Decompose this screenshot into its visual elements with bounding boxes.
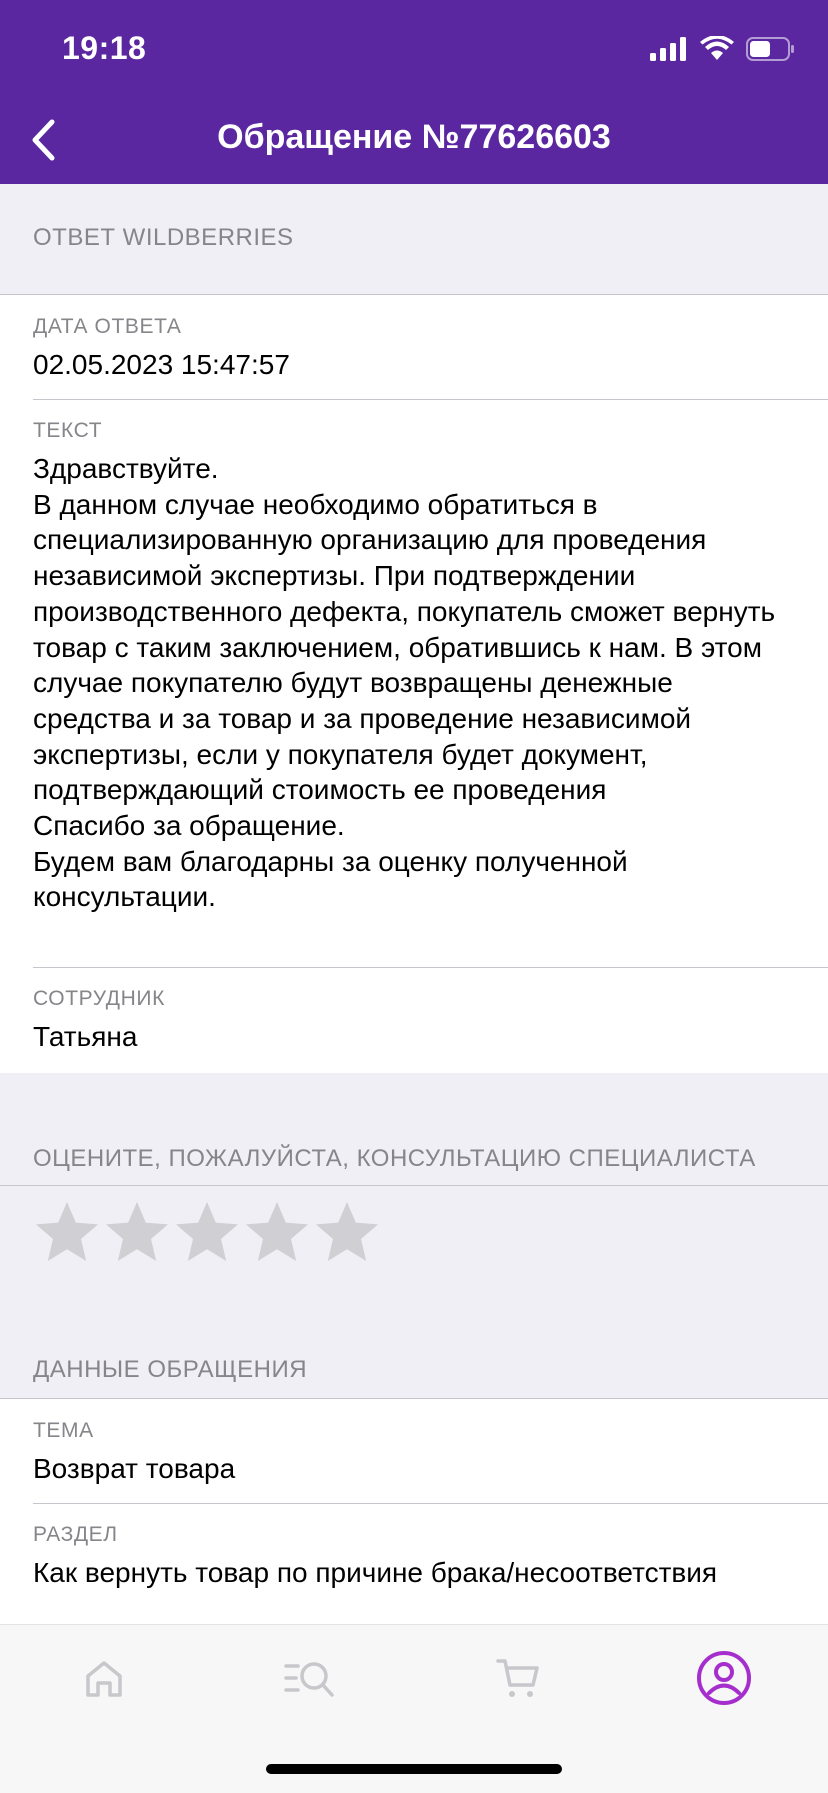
employee-value: Татьяна	[33, 1021, 138, 1052]
status-time: 19:18	[62, 30, 147, 66]
wifi-icon	[700, 36, 734, 60]
tab-home[interactable]	[64, 1647, 144, 1711]
section-header-answer: ОТВЕТ WILDBERRIES	[0, 184, 828, 294]
tab-cart[interactable]	[478, 1647, 558, 1711]
employee-field: СОТРУДНИК Татьяна	[0, 967, 828, 1071]
tab-catalog[interactable]	[270, 1647, 350, 1711]
section-title-request: ДАННЫЕ ОБРАЩЕНИЯ	[33, 1356, 308, 1383]
topic-label: ТЕМА	[33, 1419, 94, 1442]
answer-text-value: Здравствуйте. В данном случае необходимо…	[33, 453, 776, 913]
section-header-rating: ОЦЕНИТЕ, ПОЖАЛУЙСТА, КОНСУЛЬТАЦИЮ СПЕЦИА…	[0, 1073, 828, 1185]
profile-icon	[697, 1651, 751, 1705]
request-card: ТЕМА Возврат товара РАЗДЕЛ Как вернуть т…	[0, 1398, 828, 1639]
section-value: Как вернуть товар по причине брака/несоо…	[33, 1557, 718, 1588]
answer-date-label: ДАТА ОТВЕТА	[33, 315, 182, 338]
topic-value: Возврат товара	[33, 1453, 236, 1484]
tab-profile[interactable]	[684, 1643, 764, 1713]
cart-icon	[496, 1659, 539, 1697]
answer-card: ДАТА ОТВЕТА 02.05.2023 15:47:57 ТЕКСТ Зд…	[0, 294, 828, 1074]
topic-field: ТЕМА Возврат товара	[0, 1399, 828, 1503]
battery-icon	[746, 37, 794, 61]
home-indicator	[266, 1764, 562, 1774]
catalog-search-icon	[284, 1662, 334, 1697]
star-icon[interactable]	[33, 1198, 101, 1266]
star-icon[interactable]	[103, 1198, 171, 1266]
status-icons	[650, 36, 796, 62]
section-title-answer: ОТВЕТ WILDBERRIES	[33, 224, 294, 251]
answer-text-field: ТЕКСТ Здравствуйте. В данном случае необ…	[0, 399, 828, 967]
cellular-signal-icon	[650, 37, 686, 61]
page-title: Обращение №77626603	[217, 118, 611, 156]
answer-text-label: ТЕКСТ	[33, 419, 103, 442]
section-header-request: ДАННЫЕ ОБРАЩЕНИЯ	[0, 1286, 828, 1398]
home-icon	[86, 1661, 122, 1697]
star-icon[interactable]	[313, 1198, 381, 1266]
section-label: РАЗДЕЛ	[33, 1523, 118, 1546]
section-field: РАЗДЕЛ Как вернуть товар по причине брак…	[0, 1503, 828, 1607]
answer-date-value: 02.05.2023 15:47:57	[33, 349, 290, 380]
star-icon[interactable]	[243, 1198, 311, 1266]
employee-label: СОТРУДНИК	[33, 987, 165, 1010]
star-icon[interactable]	[173, 1198, 241, 1266]
rating-card	[0, 1185, 828, 1287]
section-title-rating: ОЦЕНИТЕ, ПОЖАЛУЙСТА, КОНСУЛЬТАЦИЮ СПЕЦИА…	[33, 1145, 756, 1172]
header: 19:18 Обращение №77626603	[0, 0, 828, 184]
rating-stars	[33, 1198, 381, 1266]
answer-date-field: ДАТА ОТВЕТА 02.05.2023 15:47:57	[0, 295, 828, 399]
